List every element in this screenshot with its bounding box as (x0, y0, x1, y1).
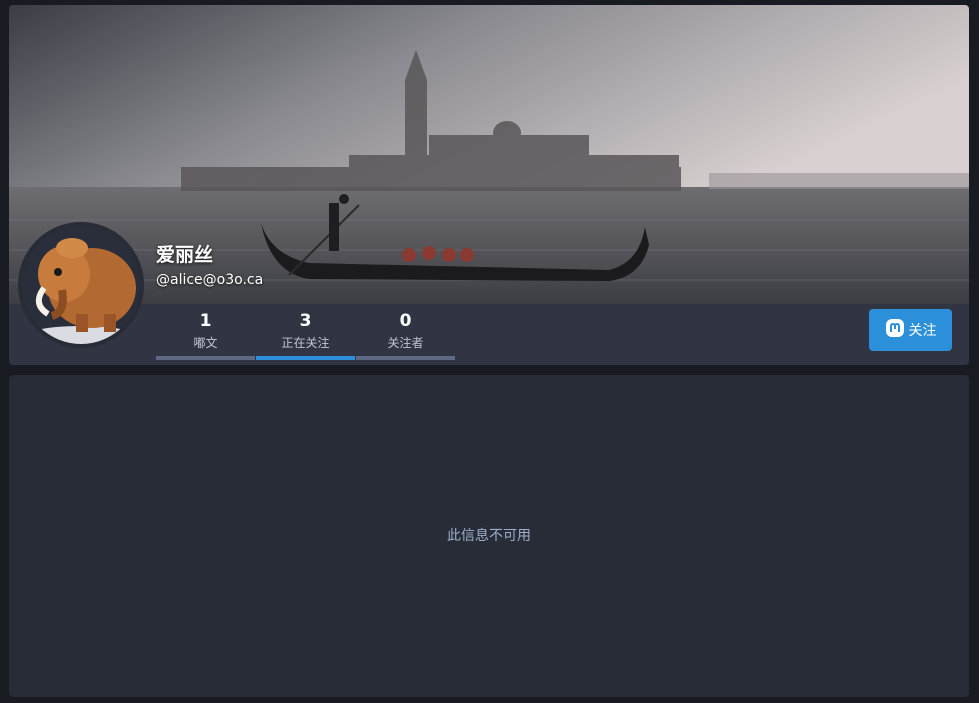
follow-button[interactable]: 关注 (869, 309, 952, 351)
profile-card (9, 5, 969, 365)
account-handle: @alice@o3o.ca (156, 272, 264, 288)
posts-label: 嘟文 (193, 336, 218, 350)
display-name: 爱丽丝 (156, 244, 214, 266)
followers-count: 0 (399, 311, 412, 331)
following-label: 正在关注 (281, 336, 330, 350)
following-count: 3 (299, 311, 312, 331)
avatar[interactable] (18, 222, 144, 348)
unavailable-notice: 此信息不可用 (447, 528, 531, 544)
posts-count: 1 (199, 311, 212, 331)
profile-header-image (9, 5, 969, 304)
follow-button-label: 关注 (908, 323, 937, 339)
mastodon-icon (885, 318, 905, 342)
followers-label: 关注者 (387, 336, 424, 350)
content-panel: 此信息不可用 (9, 375, 969, 697)
profile-stats-bar (9, 304, 969, 365)
profile-tabs: 1 嘟文 3 正在关注 0 关注者 (156, 305, 456, 360)
tab-followers[interactable]: 0 关注者 (356, 305, 455, 360)
tab-following[interactable]: 3 正在关注 (256, 305, 355, 360)
tab-posts[interactable]: 1 嘟文 (156, 305, 255, 360)
